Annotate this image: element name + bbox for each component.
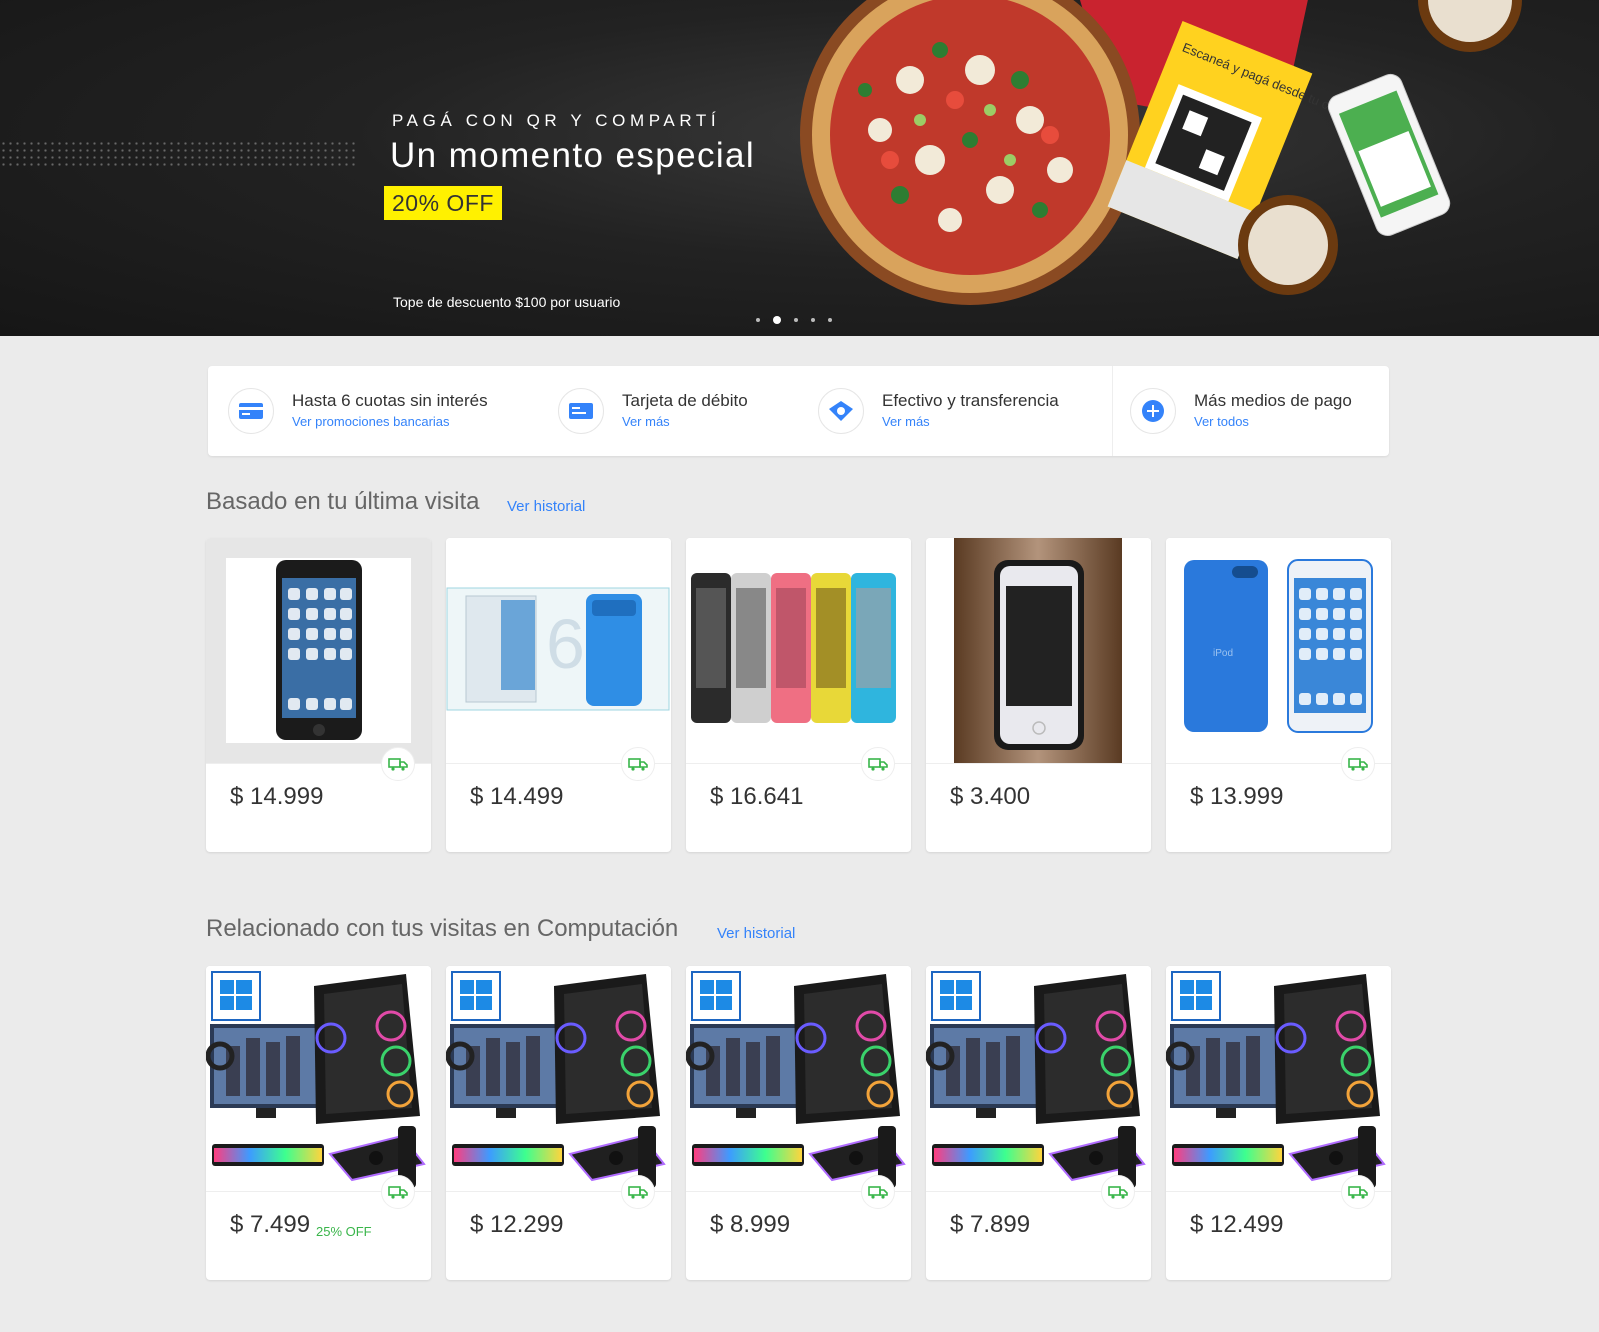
product-card[interactable]: $ 12.499 [1166,966,1391,1280]
shipping-truck-icon [621,1175,655,1209]
product-card[interactable]: $ 14.999 [206,538,431,852]
product-image [446,966,671,1191]
history-link[interactable]: Ver historial [507,498,585,515]
product-card[interactable]: $ 16.641 [686,538,911,852]
carousel-dots[interactable] [756,316,832,324]
carousel-dot[interactable] [794,318,798,322]
product-image [926,966,1151,1191]
credit-card-icon [228,388,274,434]
product-price: $ 13.999 [1190,783,1284,810]
dot-pattern-decoration [0,140,355,170]
divider [1112,366,1113,456]
product-card[interactable]: $ 8.999 [686,966,911,1280]
shipping-truck-icon [861,747,895,781]
shipping-truck-icon [1341,1175,1375,1209]
product-price: $ 12.299 [470,1211,564,1238]
section-title: Basado en tu última visita [206,488,480,515]
product-price: $ 16.641 [710,783,804,810]
payment-link[interactable]: Ver todos [1194,414,1249,429]
hero-eyebrow: PAGÁ CON QR Y COMPARTÍ [392,111,721,130]
hero-discount-badge: 20% OFF [384,186,502,220]
product-price: $ 8.999 [710,1211,791,1238]
payment-link[interactable]: Ver promociones bancarias [292,414,450,429]
discount-label: 25% OFF [316,1224,372,1239]
hero-note: Tope de descuento $100 por usuario [393,294,621,310]
product-price: $ 7.899 [950,1211,1031,1238]
shipping-truck-icon [621,747,655,781]
svg-text:6: 6 [546,605,585,683]
payment-link[interactable]: Ver más [882,414,930,429]
product-image: iPod [1166,538,1391,763]
payment-title: Hasta 6 cuotas sin interés [292,391,488,410]
product-image [206,966,431,1191]
carousel-dot[interactable] [828,318,832,322]
payment-installments[interactable]: Hasta 6 cuotas sin interés Ver promocion… [208,366,538,456]
product-price: $ 7.499 [230,1211,311,1238]
payment-link[interactable]: Ver más [622,414,670,429]
product-card[interactable]: $ 7.499 25% OFF [206,966,431,1280]
product-price: $ 14.499 [470,783,564,810]
product-image [926,538,1151,763]
shipping-truck-icon [1341,747,1375,781]
payment-title: Tarjeta de débito [622,391,748,410]
shipping-truck-icon [381,747,415,781]
product-card[interactable]: $ 7.899 [926,966,1151,1280]
cash-icon [818,388,864,434]
product-image: 6 [446,538,671,763]
product-price: $ 14.999 [230,783,324,810]
shipping-truck-icon [381,1175,415,1209]
hero-illustration: Escaneá y pagá desde tu celular [800,0,1522,305]
payment-debit[interactable]: Tarjeta de débito Ver más [538,366,798,456]
product-image [206,538,431,763]
section-title: Relacionado con tus visitas en Computaci… [206,915,679,942]
product-card[interactable]: 6 $ 14.499 [446,538,671,852]
hero-banner[interactable]: Escaneá y pagá desde tu celular PAGÁ CON… [0,0,1599,336]
product-image [686,966,911,1191]
product-card[interactable]: $ 12.299 [446,966,671,1280]
product-card[interactable]: iPod $ 13.999 [1166,538,1391,852]
payment-title: Efectivo y transferencia [882,391,1059,410]
payment-title: Más medios de pago [1194,391,1352,410]
product-image [686,538,911,763]
product-price: $ 12.499 [1190,1211,1284,1238]
product-card[interactable]: $ 3.400 [926,538,1151,852]
carousel-dot-active[interactable] [773,316,781,324]
shipping-truck-icon [1101,1175,1135,1209]
carousel-dot[interactable] [756,318,760,322]
payment-more[interactable]: Más medios de pago Ver todos [1110,366,1389,456]
product-image [1166,966,1391,1191]
hero-title: Un momento especial [390,136,756,175]
carousel-dot[interactable] [811,318,815,322]
debit-card-icon [558,388,604,434]
plus-icon [1130,388,1176,434]
shipping-truck-icon [861,1175,895,1209]
divider [926,763,1151,764]
payment-methods-bar: Hasta 6 cuotas sin interés Ver promocion… [208,366,1389,456]
product-price: $ 3.400 [950,783,1031,810]
history-link[interactable]: Ver historial [717,925,795,942]
svg-text:iPod: iPod [1213,648,1233,659]
payment-cash[interactable]: Efectivo y transferencia Ver más [798,366,1110,456]
